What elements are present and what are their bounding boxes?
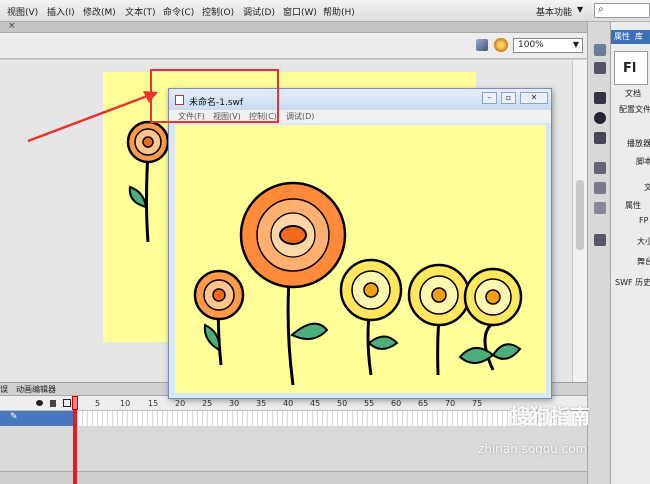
watermark-title: 搜狗指南 [510,404,590,428]
watermark-url: zhinan.sogou.com [478,442,588,456]
